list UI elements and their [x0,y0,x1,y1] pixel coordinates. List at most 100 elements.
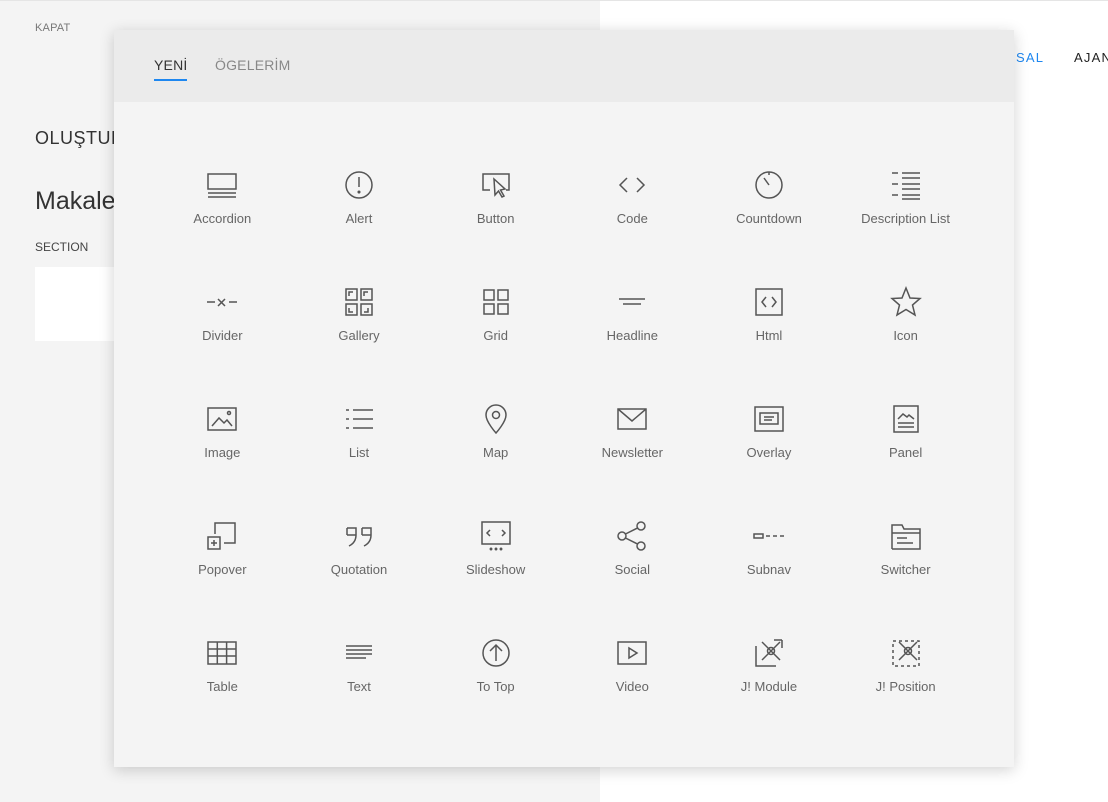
element-label: Quotation [330,562,388,577]
element-label: List [348,445,370,460]
slideshow-icon [480,521,511,551]
element-label: Gallery [338,328,380,343]
envelope-icon [617,408,648,430]
joomla-module-icon [755,639,783,667]
element-label: Image [204,445,241,460]
element-picker-modal: YENİ ÖGELERİM Accordion Alert Button Cod… [114,30,1014,767]
element-label: Panel [888,445,923,460]
element-label: Overlay [746,445,792,460]
element-social[interactable]: Social [564,519,701,636]
panel-title: Makale [35,187,116,215]
element-alert[interactable]: Alert [291,168,428,285]
element-label: Icon [893,328,918,343]
element-label: Subnav [746,562,791,577]
panel-heading: OLUŞTUR [35,128,125,148]
element-icon[interactable]: Icon [837,285,974,402]
button-icon [481,173,510,198]
element-button[interactable]: Button [427,168,564,285]
divider-icon [207,298,238,307]
element-grid: Accordion Alert Button Code Countdown De… [154,168,974,753]
element-newsletter[interactable]: Newsletter [564,402,701,519]
video-icon [617,641,648,665]
element-image[interactable]: Image [154,402,291,519]
element-label: J! Position [875,679,936,694]
alert-icon [345,171,373,199]
element-text[interactable]: Text [291,636,428,753]
element-label: To Top [476,679,515,694]
element-joomla-module[interactable]: J! Module [701,636,838,753]
element-accordion[interactable]: Accordion [154,168,291,285]
element-description-list[interactable]: Description List [837,168,974,285]
overlay-icon [754,406,784,432]
element-label: Code [616,211,648,226]
description-list-icon [891,172,920,200]
element-panel[interactable]: Panel [837,402,974,519]
element-label: Slideshow [466,562,526,577]
element-label: Newsletter [601,445,663,460]
element-table[interactable]: Table [154,636,291,753]
countdown-icon [755,171,783,199]
headline-icon [619,298,646,305]
switcher-icon [890,524,921,550]
tab-my-elements[interactable]: ÖGELERİM [215,57,291,79]
element-headline[interactable]: Headline [564,285,701,402]
table-icon [207,641,238,665]
element-gallery[interactable]: Gallery [291,285,428,402]
element-countdown[interactable]: Countdown [701,168,838,285]
accordion-icon [207,173,238,198]
element-switcher[interactable]: Switcher [837,519,974,636]
tab-new[interactable]: YENİ [154,57,188,81]
section-label: SECTION [35,240,89,254]
quotation-icon [346,527,372,547]
element-label: Popover [198,562,247,577]
element-label: Button [476,211,515,226]
element-label: Video [615,679,649,694]
popover-icon [207,522,237,550]
list-icon [345,409,373,429]
map-pin-icon [484,404,507,435]
social-icon [617,521,647,551]
element-label: Countdown [736,211,802,226]
element-label: Social [614,562,650,577]
code-icon [619,177,646,193]
element-label: Grid [483,328,508,343]
element-quotation[interactable]: Quotation [291,519,428,636]
modal-header: YENİ ÖGELERİM [114,30,1014,102]
joomla-position-icon [891,640,920,667]
element-grid[interactable]: Grid [427,285,564,402]
close-link[interactable]: KAPAT [35,22,70,34]
nav-item[interactable]: AJAN [1074,50,1108,65]
element-html[interactable]: Html [701,285,838,402]
element-label: Text [347,679,371,694]
element-popover[interactable]: Popover [154,519,291,636]
subnav-icon [753,533,784,539]
element-code[interactable]: Code [564,168,701,285]
text-icon [345,645,372,659]
element-label: Description List [861,211,951,226]
element-label: Alert [345,211,373,226]
element-to-top[interactable]: To Top [427,636,564,753]
to-top-icon [481,639,510,667]
element-label: Table [206,679,238,694]
html-icon [755,288,783,316]
element-slideshow[interactable]: Slideshow [427,519,564,636]
element-label: Headline [606,328,658,343]
image-icon [207,407,238,431]
grid-icon [482,289,509,315]
element-divider[interactable]: Divider [154,285,291,402]
element-label: Accordion [193,211,252,226]
element-subnav[interactable]: Subnav [701,519,838,636]
element-label: Html [755,328,783,343]
gallery-icon [345,288,373,316]
star-icon [889,285,922,317]
element-label: Switcher [880,562,931,577]
element-label: Map [482,445,509,460]
element-joomla-position[interactable]: J! Position [837,636,974,753]
element-label: Divider [202,328,243,343]
element-video[interactable]: Video [564,636,701,753]
element-label: J! Module [740,679,798,694]
panel-icon [892,405,919,433]
element-map[interactable]: Map [427,402,564,519]
element-overlay[interactable]: Overlay [701,402,838,519]
element-list[interactable]: List [291,402,428,519]
